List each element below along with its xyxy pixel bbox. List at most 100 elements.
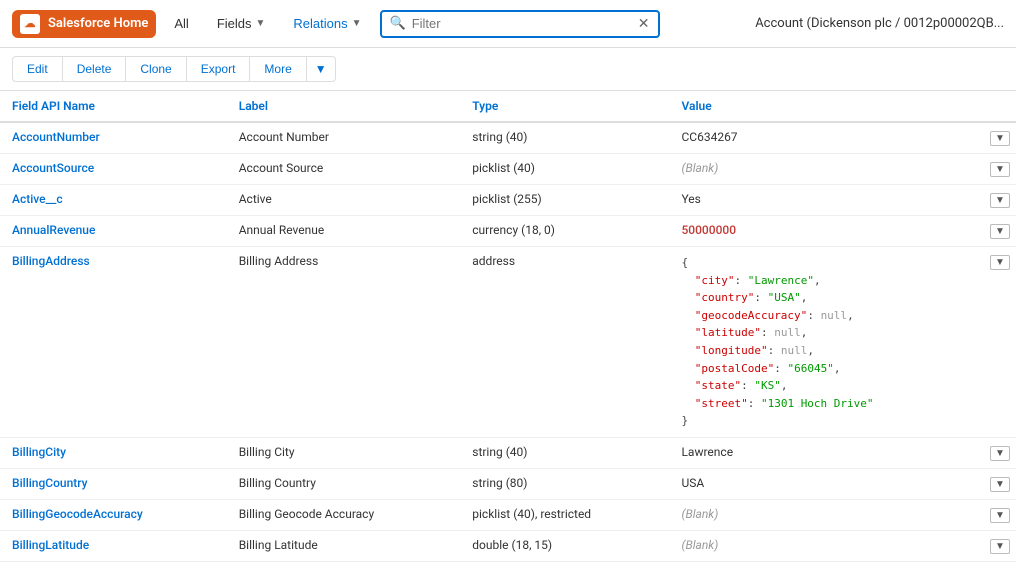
cell-api-name: BillingCountry bbox=[0, 468, 227, 499]
col-header-api-name[interactable]: Field API Name bbox=[0, 91, 227, 122]
cell-dropdown: ▼ bbox=[986, 154, 1016, 185]
top-nav: ☁ Salesforce Home All Fields ▼ Relations… bbox=[0, 0, 1016, 48]
cell-type: picklist (255) bbox=[460, 185, 669, 216]
cell-api-name: BillingLatitude bbox=[0, 530, 227, 561]
relations-chevron-icon: ▼ bbox=[352, 18, 362, 29]
cell-label: Billing Geocode Accuracy bbox=[227, 499, 461, 530]
search-input[interactable] bbox=[412, 16, 632, 31]
cell-type: string (80) bbox=[460, 468, 669, 499]
fields-chevron-icon: ▼ bbox=[256, 18, 266, 29]
cell-type: double (18, 15) bbox=[460, 561, 669, 566]
clone-button[interactable]: Clone bbox=[126, 56, 186, 82]
row-dropdown-button[interactable]: ▼ bbox=[990, 162, 1010, 177]
cell-value: (Blank) bbox=[669, 154, 986, 185]
cell-api-name: AccountSource bbox=[0, 154, 227, 185]
cell-api-name: BillingCity bbox=[0, 437, 227, 468]
search-box: 🔍 ✕ bbox=[380, 10, 660, 38]
row-dropdown-button[interactable]: ▼ bbox=[990, 131, 1010, 146]
cell-label: Billing Latitude bbox=[227, 530, 461, 561]
nav-all-label: All bbox=[174, 16, 188, 31]
cell-type: picklist (40) bbox=[460, 154, 669, 185]
cell-api-name: BillingLongitude bbox=[0, 561, 227, 566]
app-logo[interactable]: ☁ Salesforce Home bbox=[12, 10, 156, 38]
cell-value: CC634267 bbox=[669, 122, 986, 154]
delete-button[interactable]: Delete bbox=[63, 56, 127, 82]
table-row: AccountNumberAccount Numberstring (40)CC… bbox=[0, 122, 1016, 154]
cell-label: Billing Longitude bbox=[227, 561, 461, 566]
cell-label: Billing Address bbox=[227, 247, 461, 438]
cell-label: Billing City bbox=[227, 437, 461, 468]
cell-value: (Blank) bbox=[669, 499, 986, 530]
table-row: AccountSourceAccount Sourcepicklist (40)… bbox=[0, 154, 1016, 185]
col-header-action bbox=[986, 91, 1016, 122]
nav-relations-button[interactable]: Relations ▼ bbox=[283, 10, 371, 37]
cell-value: Lawrence bbox=[669, 437, 986, 468]
more-dropdown-button[interactable]: ▼ bbox=[307, 56, 336, 82]
edit-button[interactable]: Edit bbox=[12, 56, 63, 82]
cell-dropdown: ▼ bbox=[986, 216, 1016, 247]
fields-table: Field API Name Label Type Value AccountN… bbox=[0, 91, 1016, 566]
col-header-label[interactable]: Label bbox=[227, 91, 461, 122]
row-dropdown-button[interactable]: ▼ bbox=[990, 508, 1010, 523]
table-container: Field API Name Label Type Value AccountN… bbox=[0, 91, 1016, 566]
table-row: BillingAddressBilling Addressaddress{ "c… bbox=[0, 247, 1016, 438]
cell-type: string (40) bbox=[460, 437, 669, 468]
cell-type: address bbox=[460, 247, 669, 438]
more-button[interactable]: More bbox=[250, 56, 306, 82]
cell-type: string (40) bbox=[460, 122, 669, 154]
cell-value: { "city": "Lawrence", "country": "USA", … bbox=[669, 247, 986, 438]
row-dropdown-button[interactable]: ▼ bbox=[990, 255, 1010, 270]
nav-all-button[interactable]: All bbox=[164, 10, 198, 37]
cell-dropdown: ▼ bbox=[986, 468, 1016, 499]
row-dropdown-button[interactable]: ▼ bbox=[990, 224, 1010, 239]
cell-type: currency (18, 0) bbox=[460, 216, 669, 247]
export-button[interactable]: Export bbox=[187, 56, 251, 82]
cell-dropdown: ▼ bbox=[986, 561, 1016, 566]
cell-dropdown: ▼ bbox=[986, 185, 1016, 216]
cell-dropdown: ▼ bbox=[986, 437, 1016, 468]
account-title: Account (Dickenson plc / 0012p00002QB... bbox=[755, 16, 1004, 31]
action-bar: Edit Delete Clone Export More ▼ bbox=[0, 48, 1016, 91]
table-row: BillingLatitudeBilling Latitudedouble (1… bbox=[0, 530, 1016, 561]
more-dropdown-icon: ▼ bbox=[315, 62, 327, 76]
cell-value: (Blank) bbox=[669, 530, 986, 561]
table-row: BillingCountryBilling Countrystring (80)… bbox=[0, 468, 1016, 499]
nav-fields-button[interactable]: Fields ▼ bbox=[207, 10, 276, 37]
cell-type: picklist (40), restricted bbox=[460, 499, 669, 530]
row-dropdown-button[interactable]: ▼ bbox=[990, 539, 1010, 554]
cell-api-name: Active__c bbox=[0, 185, 227, 216]
row-dropdown-button[interactable]: ▼ bbox=[990, 193, 1010, 208]
cell-value: USA bbox=[669, 468, 986, 499]
table-header-row: Field API Name Label Type Value bbox=[0, 91, 1016, 122]
cell-dropdown: ▼ bbox=[986, 122, 1016, 154]
table-row: BillingCityBilling Citystring (40)Lawren… bbox=[0, 437, 1016, 468]
row-dropdown-button[interactable]: ▼ bbox=[990, 446, 1010, 461]
cell-type: double (18, 15) bbox=[460, 530, 669, 561]
table-row: BillingLongitudeBilling Longitudedouble … bbox=[0, 561, 1016, 566]
cell-api-name: BillingGeocodeAccuracy bbox=[0, 499, 227, 530]
table-row: AnnualRevenueAnnual Revenuecurrency (18,… bbox=[0, 216, 1016, 247]
cell-api-name: BillingAddress bbox=[0, 247, 227, 438]
cell-label: Annual Revenue bbox=[227, 216, 461, 247]
cell-api-name: AnnualRevenue bbox=[0, 216, 227, 247]
table-row: Active__cActivepicklist (255)Yes ▼ bbox=[0, 185, 1016, 216]
col-header-value[interactable]: Value bbox=[669, 91, 986, 122]
nav-fields-label: Fields bbox=[217, 16, 252, 31]
cell-dropdown: ▼ bbox=[986, 247, 1016, 438]
cell-dropdown: ▼ bbox=[986, 499, 1016, 530]
col-header-type[interactable]: Type bbox=[460, 91, 669, 122]
clear-search-button[interactable]: ✕ bbox=[638, 16, 650, 32]
app-logo-icon: ☁ bbox=[20, 14, 40, 34]
cell-label: Billing Country bbox=[227, 468, 461, 499]
row-dropdown-button[interactable]: ▼ bbox=[990, 477, 1010, 492]
cell-label: Account Source bbox=[227, 154, 461, 185]
cell-api-name: AccountNumber bbox=[0, 122, 227, 154]
search-icon: 🔍 bbox=[390, 16, 406, 31]
cell-value[interactable]: 50000000 bbox=[669, 216, 986, 247]
cell-value: Yes bbox=[669, 185, 986, 216]
nav-relations-label: Relations bbox=[293, 16, 347, 31]
cell-label: Active bbox=[227, 185, 461, 216]
app-name: Salesforce Home bbox=[48, 16, 148, 31]
cell-dropdown: ▼ bbox=[986, 530, 1016, 561]
table-row: BillingGeocodeAccuracyBilling Geocode Ac… bbox=[0, 499, 1016, 530]
